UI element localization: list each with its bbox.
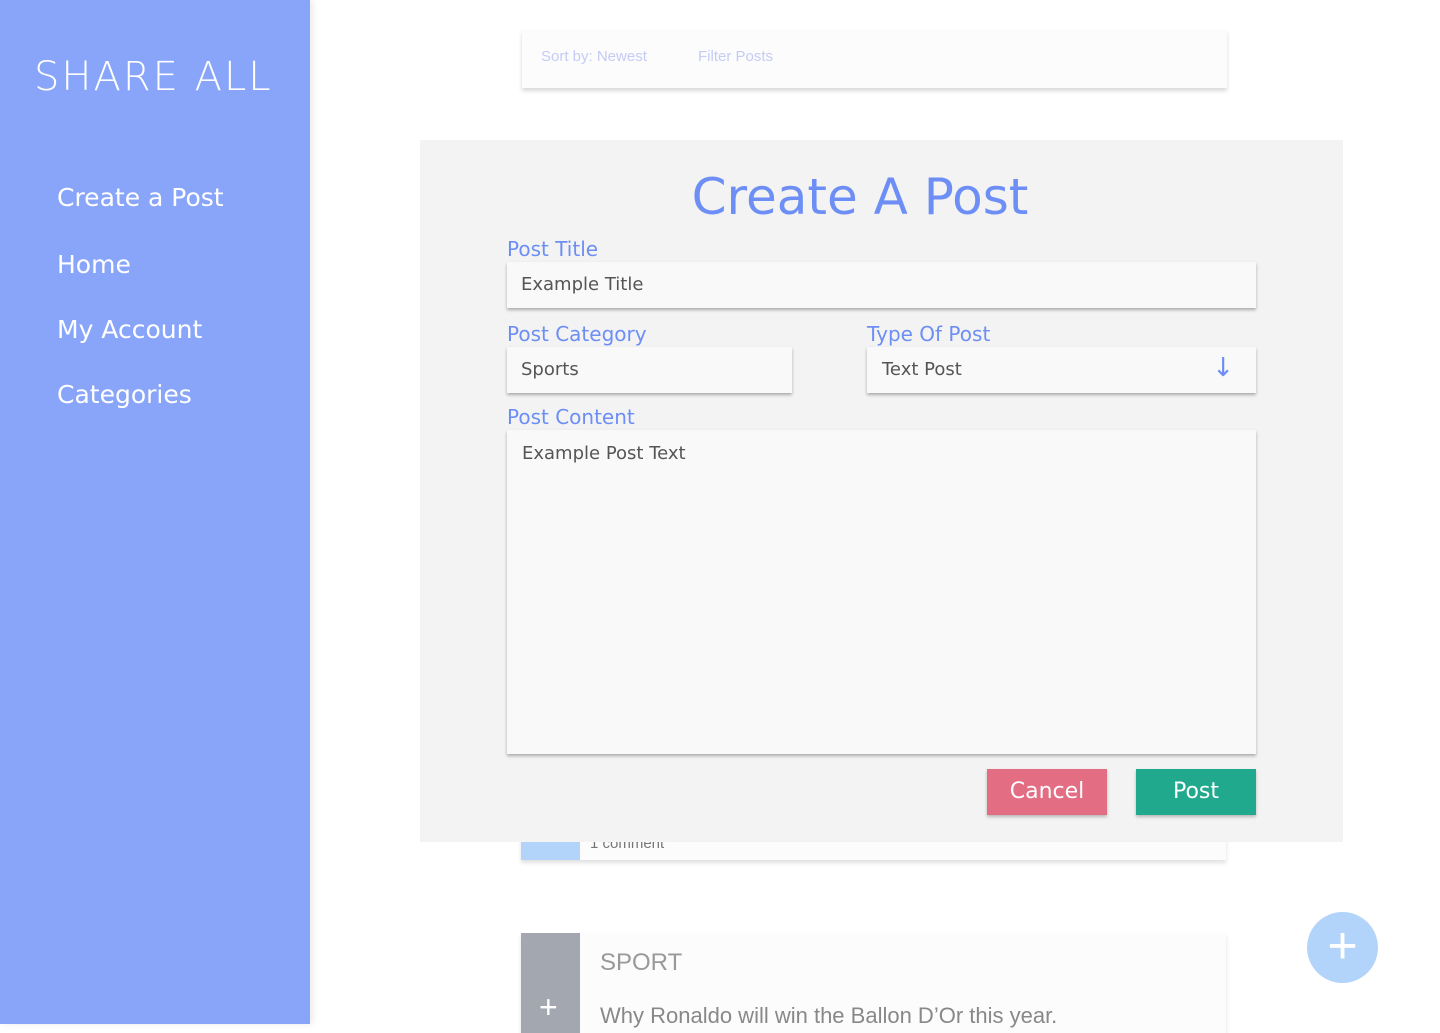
post-card[interactable]: + SPORT Why Ronaldo will win the Ballon …: [521, 933, 1226, 1033]
post-content-textarea[interactable]: Example Post Text: [507, 430, 1256, 754]
sort-dropdown[interactable]: Sort by: Newest: [541, 48, 647, 65]
modal-title: Create A Post: [691, 168, 1029, 226]
sidebar-item-categories[interactable]: Categories: [57, 380, 192, 409]
post-title[interactable]: Why Ronaldo will win the Ballon D’Or thi…: [600, 1003, 1057, 1029]
post-title-label: Post Title: [507, 237, 599, 261]
post-category-label: Post Category: [507, 322, 647, 346]
post-category: SPORT: [600, 949, 683, 976]
plus-icon: +: [1327, 917, 1358, 975]
post-thumbnail: +: [521, 933, 580, 1033]
sidebar-item-my-account[interactable]: My Account: [57, 315, 202, 344]
arrow-down-icon: ↓: [1212, 353, 1234, 383]
post-content-label: Post Content: [507, 405, 635, 429]
sidebar: SHARE ALL Create a Post Home My Account …: [0, 0, 310, 1024]
type-of-post-select[interactable]: Text Post ↓: [867, 347, 1256, 393]
post-category-input[interactable]: Sports: [507, 347, 792, 393]
add-post-fab[interactable]: +: [1307, 912, 1378, 983]
cancel-button[interactable]: Cancel: [987, 769, 1107, 815]
sidebar-item-home[interactable]: Home: [57, 250, 131, 279]
feed-toolbar: Sort by: Newest Filter Posts: [522, 30, 1227, 88]
type-of-post-value: Text Post: [882, 359, 962, 380]
post-title-input[interactable]: Example Title: [507, 262, 1256, 308]
post-button[interactable]: Post: [1136, 769, 1256, 815]
sidebar-item-create-post[interactable]: Create a Post: [57, 183, 224, 212]
type-of-post-label: Type Of Post: [867, 322, 991, 346]
create-post-modal: Create A Post Post Title Example Title P…: [420, 140, 1343, 842]
logo: SHARE ALL: [34, 54, 273, 100]
filter-posts-button[interactable]: Filter Posts: [698, 48, 773, 65]
plus-icon[interactable]: +: [539, 989, 558, 1026]
